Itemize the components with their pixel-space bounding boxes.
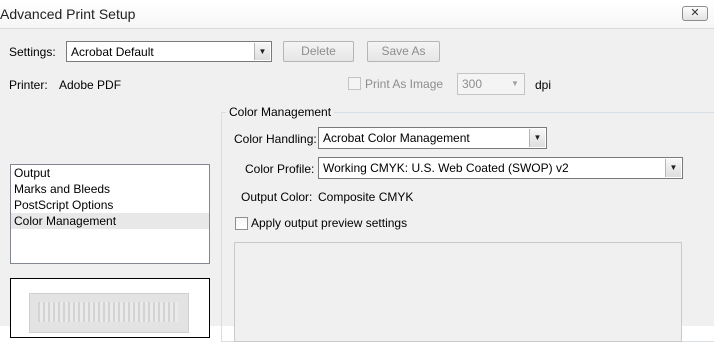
chevron-down-icon: ▼ [254,43,270,60]
printer-name: Adobe PDF [59,78,122,92]
close-button[interactable]: ✕ [682,6,708,21]
color-profile-dropdown[interactable]: Working CMYK: U.S. Web Coated (SWOP) v2 … [318,157,683,179]
chevron-down-icon: ▼ [507,75,523,93]
preview-content [38,302,178,322]
list-item-color-management[interactable]: Color Management [11,213,209,229]
print-as-image-label: Print As Image [365,77,444,91]
list-item-marks-and-bleeds[interactable]: Marks and Bleeds [11,181,209,197]
printer-label: Printer: [9,78,48,92]
color-handling-value: Acrobat Color Management [323,131,470,145]
title-bar: Advanced Print Setup ✕ [0,0,714,29]
apply-output-preview-label: Apply output preview settings [251,216,408,230]
settings-dropdown[interactable]: Acrobat Default ▼ [66,41,272,62]
settings-value: Acrobat Default [71,45,154,59]
color-management-group-title: Color Management [226,105,335,119]
output-color-label: Output Color: [241,190,313,204]
preview-page [29,293,189,333]
dpi-dropdown[interactable]: 300 ▼ [457,73,525,95]
list-item-output[interactable]: Output [11,165,209,181]
dpi-value: 300 [462,77,483,91]
dialog-title: Advanced Print Setup [0,6,136,22]
print-as-image-checkbox[interactable] [348,77,361,90]
dpi-unit-label: dpi [535,78,552,92]
category-list: Output Marks and Bleeds PostScript Optio… [10,164,210,264]
close-icon: ✕ [690,7,700,19]
settings-label: Settings: [9,45,56,59]
advanced-print-setup-dialog: Advanced Print Setup ✕ Settings: Acrobat… [0,0,714,342]
color-profile-label: Color Profile: [245,162,315,176]
output-preview-panel [234,242,682,342]
color-handling-dropdown[interactable]: Acrobat Color Management ▼ [318,127,547,149]
list-item-postscript-options[interactable]: PostScript Options [11,197,209,213]
output-color-value: Composite CMYK [318,190,414,204]
save-as-button[interactable]: Save As [367,41,440,62]
chevron-down-icon: ▼ [529,129,545,147]
color-handling-label: Color Handling: [234,132,317,146]
color-profile-value: Working CMYK: U.S. Web Coated (SWOP) v2 [323,161,569,175]
delete-button[interactable]: Delete [283,41,354,62]
page-preview [10,278,210,338]
apply-output-preview-checkbox[interactable] [235,217,248,230]
chevron-down-icon: ▼ [665,159,681,177]
